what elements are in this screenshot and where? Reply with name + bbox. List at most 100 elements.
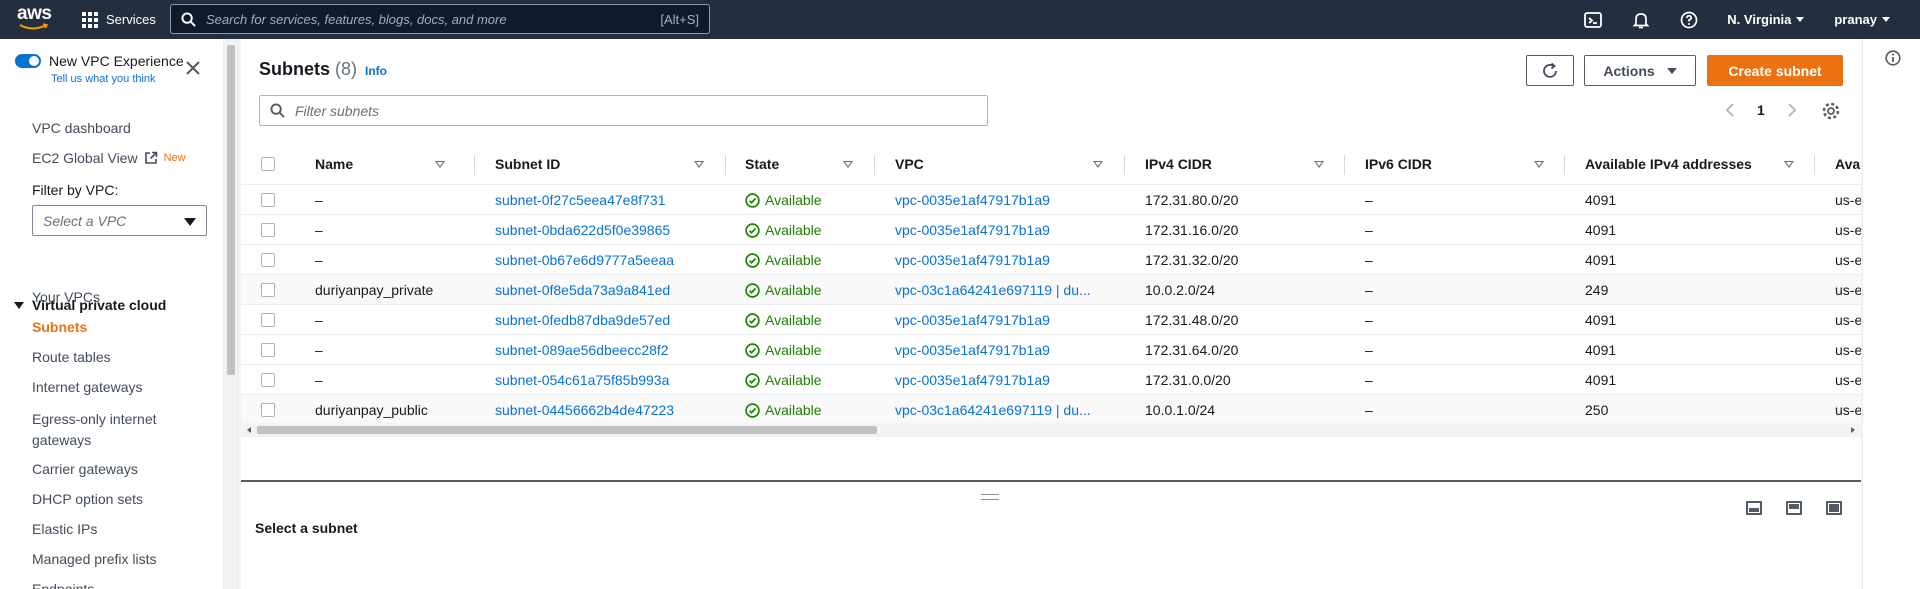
sort-name-icon[interactable] [435, 143, 445, 185]
sort-available-icon[interactable] [1784, 143, 1794, 185]
user-menu[interactable]: pranay [1834, 12, 1890, 27]
cell-vpc[interactable]: vpc-03c1a64241e697119 | du... [895, 395, 1120, 425]
cell-text: Available [765, 342, 822, 358]
sidebar-item-vpc-dashboard[interactable]: VPC dashboard [32, 120, 131, 136]
cell-id[interactable]: subnet-089ae56dbeecc28f2 [495, 335, 715, 365]
sidebar-item-endpoints[interactable]: Endpoints [32, 581, 94, 589]
current-page[interactable]: 1 [1757, 102, 1765, 118]
create-subnet-button[interactable]: Create subnet [1707, 55, 1843, 86]
cell-text: subnet-089ae56dbeecc28f2 [495, 342, 669, 358]
global-search-input[interactable]: Search for services, features, blogs, do… [170, 4, 710, 34]
column-header-state[interactable]: State [745, 143, 779, 185]
scroll-right-icon[interactable] [1849, 426, 1857, 434]
region-selector[interactable]: N. Virginia [1727, 12, 1805, 27]
split-panel-title: Select a subnet [255, 520, 358, 536]
new-experience-toggle[interactable] [15, 54, 41, 68]
column-header-availability-zone[interactable]: Avai [1835, 143, 1861, 185]
sidebar-item-carrier-gateways[interactable]: Carrier gateways [32, 461, 138, 477]
cell-id[interactable]: subnet-0bda622d5f0e39865 [495, 215, 715, 245]
resize-handle[interactable] [981, 494, 999, 500]
sidebar-item-elastic-ips[interactable]: Elastic IPs [32, 521, 97, 537]
table-row[interactable]: – subnet-0fedb87dba9de57ed Available vpc-00… [241, 305, 1861, 335]
row-checkbox[interactable] [261, 373, 275, 387]
table-horizontal-scrollbar[interactable] [241, 423, 1861, 437]
caret-down-icon [1882, 17, 1890, 22]
scrollbar-thumb[interactable] [257, 426, 877, 434]
row-checkbox[interactable] [261, 403, 275, 417]
cell-vpc[interactable]: vpc-0035e1af47917b1a9 [895, 305, 1120, 335]
sidebar-scrollbar[interactable] [224, 39, 238, 589]
cell-vpc[interactable]: vpc-0035e1af47917b1a9 [895, 215, 1120, 245]
cloudshell-icon[interactable] [1583, 10, 1603, 30]
cell-id[interactable]: subnet-0fedb87dba9de57ed [495, 305, 715, 335]
cell-text: vpc-03c1a64241e697119 | du... [895, 402, 1091, 418]
row-checkbox[interactable] [261, 223, 275, 237]
column-divider [1124, 155, 1125, 175]
sidebar-item-internet-gateways[interactable]: Internet gateways [32, 379, 143, 395]
row-checkbox[interactable] [261, 283, 275, 297]
refresh-button[interactable] [1526, 55, 1574, 86]
sidebar-item-egress-only-gateways[interactable]: Egress-only internet gateways [32, 409, 157, 451]
sidebar-item-ec2-global-view[interactable]: EC2 Global View New [32, 150, 186, 166]
cell-id[interactable]: subnet-0b67e6d9777a5eeaa [495, 245, 715, 275]
scrollbar-thumb[interactable] [227, 45, 235, 375]
sort-subnet-id-icon[interactable] [694, 143, 704, 185]
row-checkbox[interactable] [261, 253, 275, 267]
sidebar-item-managed-prefix-lists[interactable]: Managed prefix lists [32, 551, 157, 567]
close-icon[interactable] [184, 59, 202, 77]
column-header-name[interactable]: Name [315, 143, 353, 185]
column-header-available-ipv4[interactable]: Available IPv4 addresses [1585, 143, 1752, 185]
table-row[interactable]: – subnet-054c61a75f85b993a Available vpc-00… [241, 365, 1861, 395]
table-row[interactable]: duriyanpay_private subnet-0f8e5da73a9a841… [241, 275, 1861, 305]
sidebar-item-your-vpcs[interactable]: Your VPCs [32, 289, 100, 305]
next-page-button[interactable] [1783, 101, 1801, 119]
sidebar-item-route-tables[interactable]: Route tables [32, 349, 111, 365]
cell-vpc[interactable]: vpc-0035e1af47917b1a9 [895, 365, 1120, 395]
table-row[interactable]: – subnet-0f27c5eea47e8f731 Available vpc-00… [241, 185, 1861, 215]
scroll-left-icon[interactable] [245, 426, 253, 434]
vpc-filter-select[interactable]: Select a VPC [32, 205, 207, 236]
sidebar-item-dhcp-option-sets[interactable]: DHCP option sets [32, 491, 143, 507]
table-row[interactable]: – subnet-0b67e6d9777a5eeaa Available vpc-00… [241, 245, 1861, 275]
sort-state-icon[interactable] [843, 143, 853, 185]
cell-id[interactable]: subnet-054c61a75f85b993a [495, 365, 715, 395]
cell-vpc[interactable]: vpc-03c1a64241e697119 | du... [895, 275, 1120, 305]
panel-bottom-icon[interactable] [1746, 501, 1762, 515]
row-checkbox[interactable] [261, 313, 275, 327]
cell-id[interactable]: subnet-04456662b4de47223 [495, 395, 715, 425]
row-checkbox[interactable] [261, 193, 275, 207]
actions-button[interactable]: Actions [1584, 55, 1696, 86]
row-checkbox[interactable] [261, 343, 275, 357]
select-all-checkbox[interactable] [261, 157, 275, 171]
filter-subnets-input[interactable]: Filter subnets [259, 95, 988, 126]
cell-vpc[interactable]: vpc-0035e1af47917b1a9 [895, 335, 1120, 365]
column-header-ipv4-cidr[interactable]: IPv4 CIDR [1145, 143, 1212, 185]
aws-logo[interactable]: aws [17, 4, 52, 32]
sidebar-item-subnets[interactable]: Subnets [32, 319, 87, 335]
cell-vpc[interactable]: vpc-0035e1af47917b1a9 [895, 185, 1120, 215]
table-row[interactable]: – subnet-0bda622d5f0e39865 Available vpc-00… [241, 215, 1861, 245]
status-available-icon [745, 372, 760, 388]
table-row[interactable]: – subnet-089ae56dbeecc28f2 Available vpc-00… [241, 335, 1861, 365]
sort-vpc-icon[interactable] [1093, 143, 1103, 185]
services-menu[interactable]: Services [82, 0, 156, 39]
table-row[interactable]: duriyanpay_public subnet-04456662b4de4722… [241, 395, 1861, 425]
cell-text: 4091 [1585, 252, 1617, 268]
prev-page-button[interactable] [1721, 101, 1739, 119]
column-header-vpc[interactable]: VPC [895, 143, 924, 185]
cell-vpc[interactable]: vpc-0035e1af47917b1a9 [895, 245, 1120, 275]
feedback-link[interactable]: Tell us what you think [51, 73, 156, 85]
info-link[interactable]: Info [365, 64, 387, 78]
panel-full-icon[interactable] [1826, 501, 1842, 515]
bell-icon[interactable] [1631, 10, 1651, 30]
panel-side-icon[interactable] [1786, 501, 1802, 515]
gear-icon[interactable] [1821, 101, 1841, 121]
help-icon[interactable] [1679, 10, 1699, 30]
sort-ipv4-icon[interactable] [1314, 143, 1324, 185]
column-header-ipv6-cidr[interactable]: IPv6 CIDR [1365, 143, 1432, 185]
cell-id[interactable]: subnet-0f27c5eea47e8f731 [495, 185, 715, 215]
sort-ipv6-icon[interactable] [1534, 143, 1544, 185]
column-header-subnet-id[interactable]: Subnet ID [495, 143, 560, 185]
info-icon[interactable] [1885, 50, 1901, 66]
cell-id[interactable]: subnet-0f8e5da73a9a841ed [495, 275, 715, 305]
